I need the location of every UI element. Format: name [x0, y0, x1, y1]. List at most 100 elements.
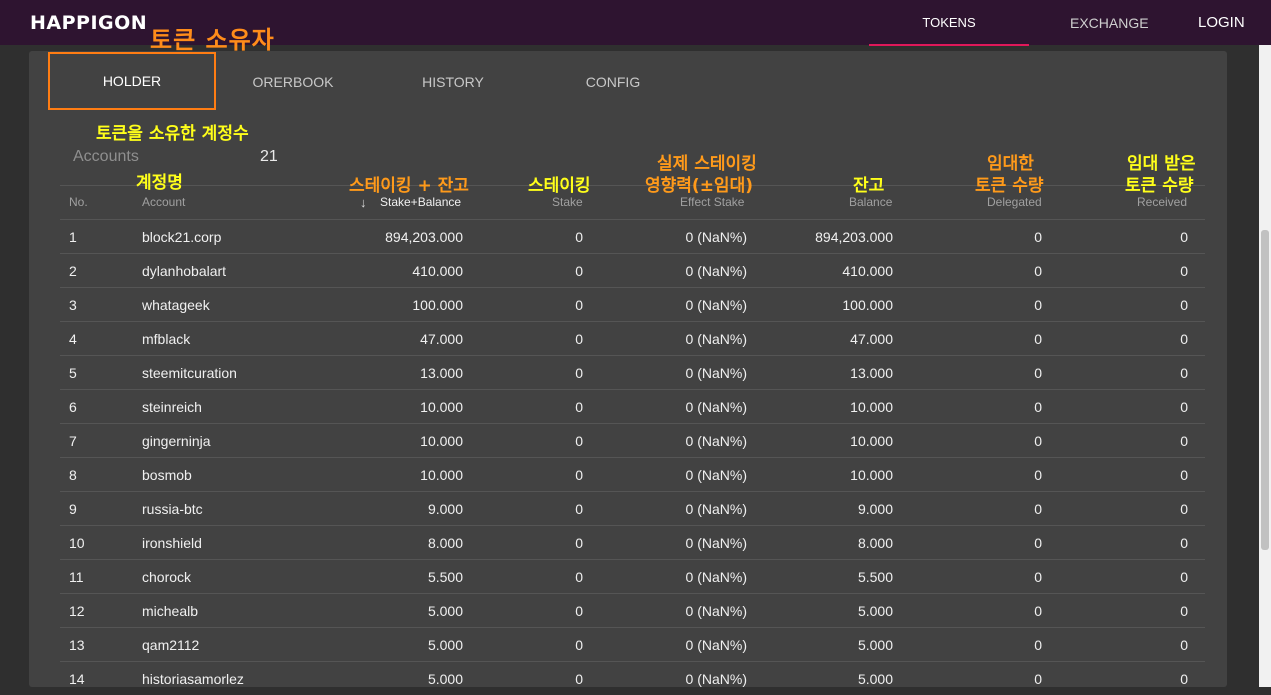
- cell-balance: 5.500: [857, 569, 893, 585]
- cell-effect-stake: 0 (NaN%): [685, 433, 747, 449]
- cell-account[interactable]: gingerninja: [142, 433, 211, 449]
- cell-stake-balance: 47.000: [420, 331, 463, 347]
- tab-holder[interactable]: HOLDER: [48, 52, 216, 110]
- cell-stake-balance: 5.000: [427, 671, 463, 687]
- cell-received: 0: [1180, 603, 1188, 619]
- brand-logo[interactable]: HAPPIGON: [30, 12, 147, 34]
- table-row: 5 steemitcuration 13.000 0 0 (NaN%) 13.000 0 0: [60, 355, 1205, 389]
- cell-stake: 0: [575, 569, 583, 585]
- tab-orderbook[interactable]: ORERBOOK: [215, 51, 371, 113]
- header-effect-stake[interactable]: Effect Stake: [680, 195, 744, 209]
- cell-stake-balance: 894,203.000: [385, 229, 463, 245]
- sort-down-arrow-icon[interactable]: ↓: [360, 195, 367, 210]
- annotation-stake: 스테이킹: [528, 176, 591, 196]
- cell-effect-stake: 0 (NaN%): [685, 229, 747, 245]
- cell-received: 0: [1180, 263, 1188, 279]
- accounts-count: 21: [260, 148, 278, 165]
- cell-account[interactable]: steemitcuration: [142, 365, 237, 381]
- cell-account[interactable]: ironshield: [142, 535, 202, 551]
- cell-delegated: 0: [1034, 569, 1042, 585]
- cell-account[interactable]: qam2112: [142, 637, 199, 653]
- cell-balance: 410.000: [842, 263, 893, 279]
- cell-delegated: 0: [1034, 365, 1042, 381]
- header-balance[interactable]: Balance: [849, 195, 892, 209]
- cell-no: 1: [69, 229, 77, 245]
- cell-received: 0: [1180, 433, 1188, 449]
- cell-balance: 8.000: [857, 535, 893, 551]
- cell-received: 0: [1180, 569, 1188, 585]
- cell-delegated: 0: [1034, 637, 1042, 653]
- cell-account[interactable]: chorock: [142, 569, 191, 585]
- annotation-delegated-line1: 임대한: [987, 154, 1034, 174]
- nav-tokens[interactable]: TOKENS: [869, 0, 1029, 46]
- cell-delegated: 0: [1034, 399, 1042, 415]
- cell-stake: 0: [575, 433, 583, 449]
- cell-account[interactable]: dylanhobalart: [142, 263, 226, 279]
- cell-stake: 0: [575, 297, 583, 313]
- cell-account[interactable]: historiasamorlez: [142, 671, 244, 687]
- cell-account[interactable]: bosmob: [142, 467, 192, 483]
- page-scrollbar[interactable]: [1259, 45, 1271, 687]
- tab-history[interactable]: HISTORY: [375, 51, 531, 113]
- cell-effect-stake: 0 (NaN%): [685, 399, 747, 415]
- cell-no: 13: [69, 637, 85, 653]
- table-row: 8 bosmob 10.000 0 0 (NaN%) 10.000 0 0: [60, 457, 1205, 491]
- cell-balance: 10.000: [850, 399, 893, 415]
- cell-account[interactable]: michealb: [142, 603, 198, 619]
- cell-balance: 5.000: [857, 637, 893, 653]
- annotation-balance: 잔고: [853, 176, 885, 196]
- cell-stake: 0: [575, 535, 583, 551]
- annotation-effect-stake-line2: 영향력(±임대): [645, 176, 753, 196]
- cell-no: 6: [69, 399, 77, 415]
- header-no: No.: [69, 195, 88, 209]
- header-delegated[interactable]: Delegated: [987, 195, 1042, 209]
- nav-login[interactable]: LOGIN: [1198, 0, 1245, 45]
- cell-account[interactable]: mfblack: [142, 331, 190, 347]
- cell-no: 10: [69, 535, 85, 551]
- cell-balance: 10.000: [850, 433, 893, 449]
- tab-config[interactable]: CONFIG: [535, 51, 691, 113]
- header-account[interactable]: Account: [142, 195, 185, 209]
- cell-balance: 894,203.000: [815, 229, 893, 245]
- table-row: 10 ironshield 8.000 0 0 (NaN%) 8.000 0 0: [60, 525, 1205, 559]
- cell-received: 0: [1180, 637, 1188, 653]
- cell-received: 0: [1180, 501, 1188, 517]
- cell-stake: 0: [575, 637, 583, 653]
- cell-account[interactable]: steinreich: [142, 399, 202, 415]
- cell-stake: 0: [575, 229, 583, 245]
- table-row: 6 steinreich 10.000 0 0 (NaN%) 10.000 0 0: [60, 389, 1205, 423]
- table-row: 14 historiasamorlez 5.000 0 0 (NaN%) 5.000 0 0: [60, 661, 1205, 695]
- cell-no: 7: [69, 433, 77, 449]
- cell-account[interactable]: block21.corp: [142, 229, 221, 245]
- nav-tokens-label: TOKENS: [922, 15, 976, 30]
- cell-balance: 9.000: [857, 501, 893, 517]
- cell-no: 9: [69, 501, 77, 517]
- cell-balance: 13.000: [850, 365, 893, 381]
- cell-account[interactable]: russia-btc: [142, 501, 203, 517]
- cell-no: 11: [69, 569, 84, 585]
- cell-received: 0: [1180, 365, 1188, 381]
- table-row: 1 block21.corp 894,203.000 0 0 (NaN%) 894,203…: [60, 219, 1205, 253]
- cell-effect-stake: 0 (NaN%): [685, 331, 747, 347]
- cell-stake: 0: [575, 603, 583, 619]
- cell-received: 0: [1180, 229, 1188, 245]
- cell-stake: 0: [575, 331, 583, 347]
- cell-delegated: 0: [1034, 671, 1042, 687]
- cell-received: 0: [1180, 467, 1188, 483]
- cell-no: 2: [69, 263, 77, 279]
- header-received[interactable]: Received: [1137, 195, 1187, 209]
- annotation-delegated-line2: 토큰 수량: [975, 176, 1044, 196]
- scrollbar-thumb[interactable]: [1261, 230, 1269, 550]
- nav-exchange[interactable]: EXCHANGE: [1070, 0, 1149, 45]
- cell-received: 0: [1180, 399, 1188, 415]
- cell-delegated: 0: [1034, 297, 1042, 313]
- table-row: 12 michealb 5.000 0 0 (NaN%) 5.000 0 0: [60, 593, 1205, 627]
- cell-effect-stake: 0 (NaN%): [685, 569, 747, 585]
- header-stake[interactable]: Stake: [552, 195, 583, 209]
- cell-stake-balance: 10.000: [420, 467, 463, 483]
- table-row: 7 gingerninja 10.000 0 0 (NaN%) 10.000 0 0: [60, 423, 1205, 457]
- cell-effect-stake: 0 (NaN%): [685, 365, 747, 381]
- header-stake-balance[interactable]: Stake+Balance: [380, 195, 461, 209]
- cell-account[interactable]: whatageek: [142, 297, 210, 313]
- cell-no: 4: [69, 331, 77, 347]
